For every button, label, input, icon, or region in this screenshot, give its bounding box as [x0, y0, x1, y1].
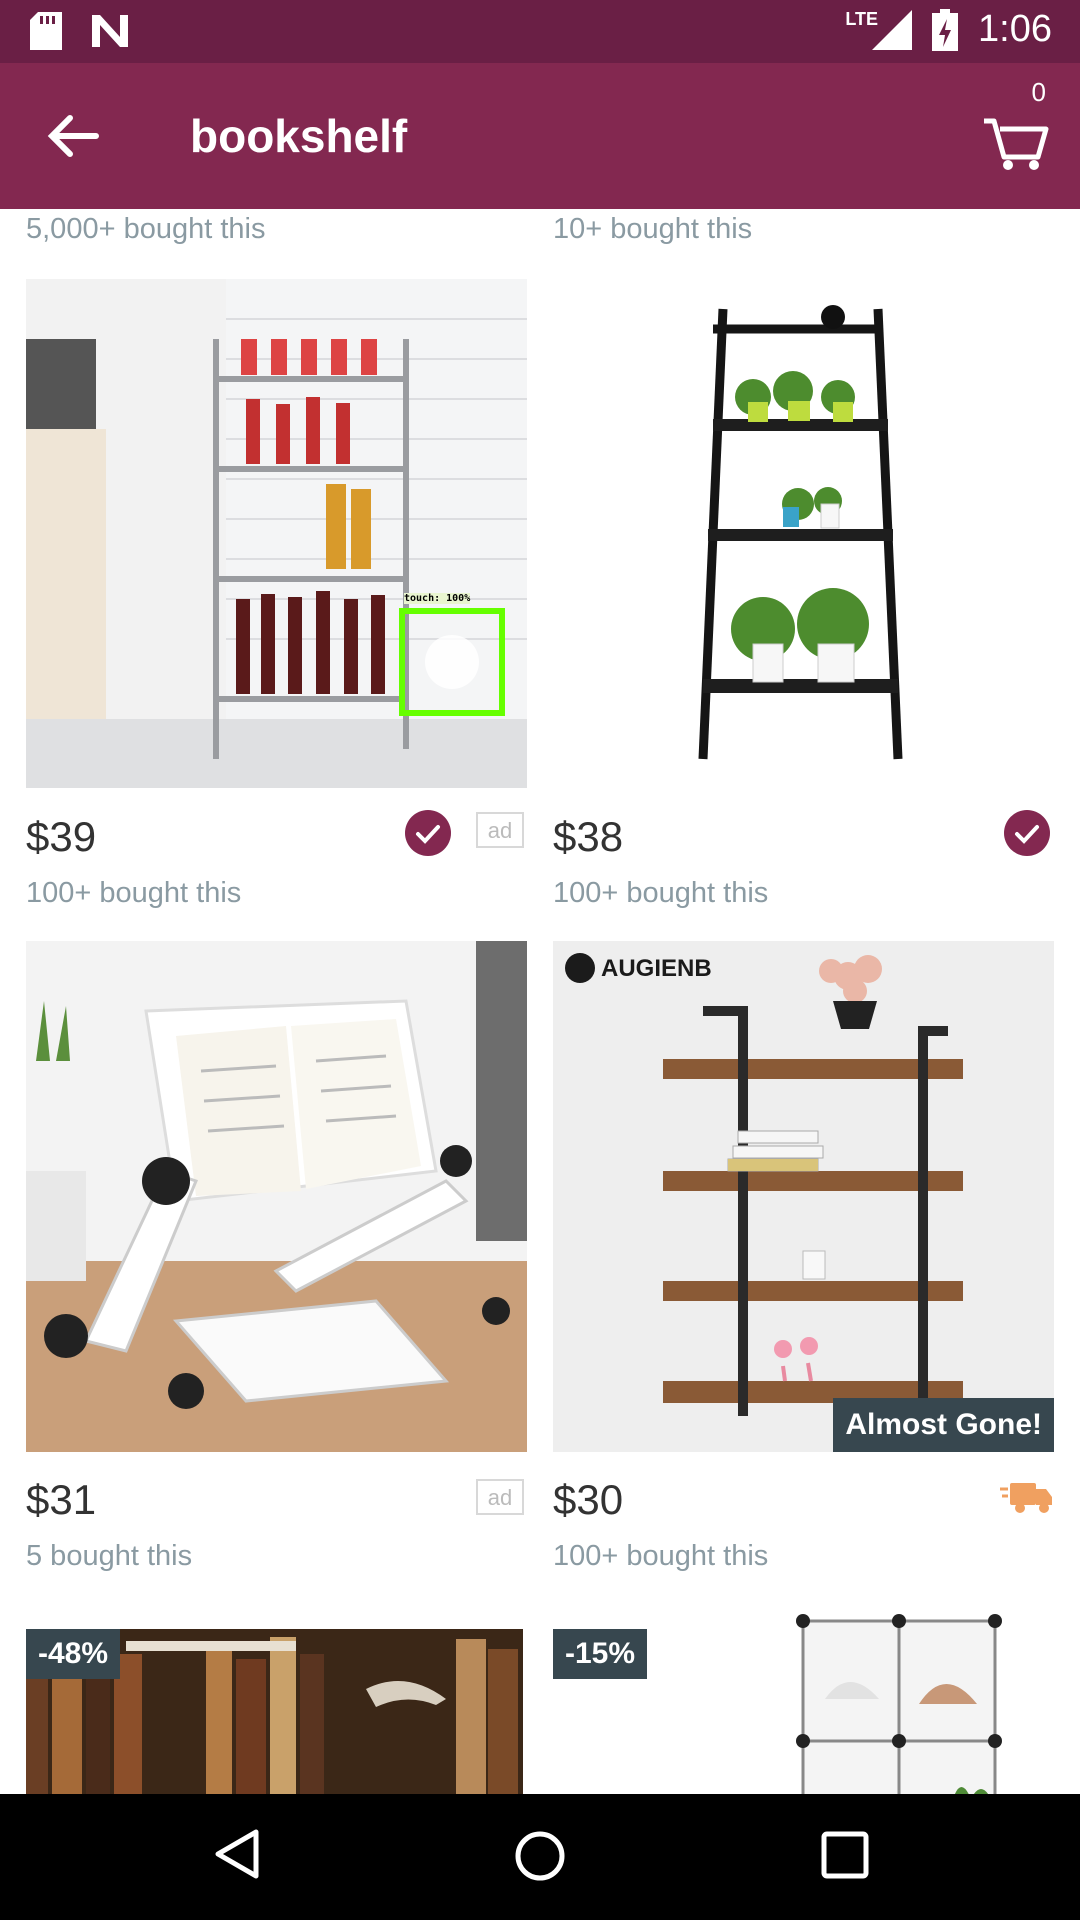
- product-price: $30: [553, 1476, 624, 1523]
- sd-card-icon: [30, 12, 62, 50]
- nav-home-icon[interactable]: [512, 1828, 568, 1884]
- product-price: $39: [26, 813, 97, 860]
- product-bought-count: 100+ bought this: [26, 877, 242, 909]
- product-price: $31: [26, 1476, 97, 1523]
- cart-icon[interactable]: [980, 99, 1050, 173]
- ad-label: ad: [476, 812, 524, 848]
- n-notification-icon: [92, 15, 128, 47]
- nav-recents-icon[interactable]: [820, 1830, 870, 1880]
- system-nav-bar: [0, 1794, 1080, 1920]
- back-arrow-icon[interactable]: [40, 103, 106, 169]
- touch-overlay-label: touch: 100%: [404, 593, 471, 604]
- ad-label: ad: [476, 1479, 524, 1515]
- nav-back-icon[interactable]: [210, 1826, 266, 1882]
- brand-label: AUGIENB: [601, 955, 712, 982]
- product-image-book-stand[interactable]: [26, 941, 527, 1452]
- product-image-pipe-shelf[interactable]: AUGIENB Almost Gone!: [553, 941, 1054, 1452]
- product-bought-count: 10+ bought this: [553, 213, 753, 245]
- discount-badge: -15%: [553, 1629, 648, 1679]
- product-image-storage-rack[interactable]: touch: 100%: [26, 279, 527, 788]
- product-bought-count: 100+ bought this: [553, 877, 769, 909]
- almost-gone-badge: Almost Gone!: [833, 1398, 1054, 1452]
- status-bar: LTE 1:06: [0, 0, 1080, 63]
- network-type: LTE: [845, 9, 879, 29]
- signal-icon: [872, 9, 913, 50]
- product-image-ladder-shelf[interactable]: [553, 279, 1054, 788]
- clock: 1:06: [978, 8, 1052, 50]
- verified-check-icon: [1004, 810, 1050, 856]
- product-price: $38: [553, 813, 624, 860]
- page-title: bookshelf: [190, 110, 408, 162]
- cart-count-badge: 0: [1031, 77, 1046, 107]
- fast-shipping-icon: [1000, 1483, 1052, 1513]
- product-grid[interactable]: 5,000+ bought this 10+ bought this touch…: [0, 209, 1080, 1794]
- app-bar: bookshelf 0: [0, 63, 1080, 209]
- verified-check-icon: [405, 810, 451, 856]
- product-bought-count: 5,000+ bought this: [26, 213, 266, 245]
- product-bought-count: 100+ bought this: [553, 1540, 769, 1572]
- brand-logo-icon: [565, 953, 595, 983]
- discount-badge: -48%: [26, 1629, 121, 1679]
- product-bought-count: 5 bought this: [26, 1540, 193, 1572]
- battery-charging-icon: [932, 8, 959, 51]
